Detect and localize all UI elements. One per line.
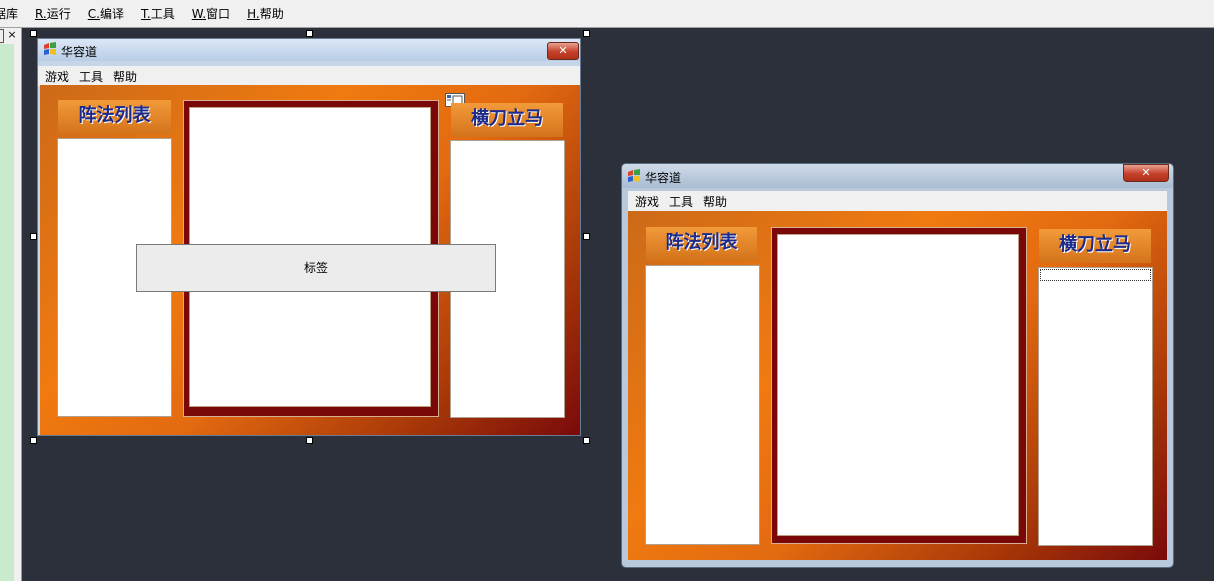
resize-handle-ne[interactable] xyxy=(583,30,590,37)
menu-game[interactable]: 游戏 xyxy=(45,68,69,85)
layout-listbox[interactable] xyxy=(1038,267,1153,546)
ide-menu-tools[interactable]: T.工具 xyxy=(141,5,175,22)
form-menubar: 游戏 工具 帮助 xyxy=(628,191,1167,211)
form-menubar: 游戏 工具 帮助 xyxy=(38,66,580,86)
resize-handle-e[interactable] xyxy=(583,233,590,240)
close-button[interactable]: ✕ xyxy=(547,42,579,60)
window-title: 华容道 xyxy=(61,45,98,59)
ide-menu-help[interactable]: H.帮助 xyxy=(247,5,284,22)
design-form-window[interactable]: 华容道 ✕ 游戏 工具 帮助 阵法列表 横刀立马 标签 xyxy=(37,38,581,436)
ide-menu-window[interactable]: W.窗口 xyxy=(192,5,230,22)
resize-handle-se[interactable] xyxy=(583,437,590,444)
formation-list-header: 阵法列表 xyxy=(58,100,171,134)
ide-menu-database[interactable]: 据库 xyxy=(0,5,18,22)
resize-handle-sw[interactable] xyxy=(30,437,37,444)
left-panel-content xyxy=(0,44,14,581)
ide-menubar: 据库 R.运行 C.编译 T.工具 W.窗口 H.帮助 xyxy=(0,0,1214,28)
layout-name-header: 横刀立马 xyxy=(1039,229,1151,263)
menu-tools[interactable]: 工具 xyxy=(79,68,103,85)
app-icon xyxy=(44,42,56,55)
pin-icon[interactable] xyxy=(0,29,4,43)
menu-tools[interactable]: 工具 xyxy=(669,193,693,210)
close-button[interactable]: ✕ xyxy=(1123,164,1169,182)
layout-name-header: 横刀立马 xyxy=(451,103,563,137)
label-control[interactable]: 标签 xyxy=(136,244,496,292)
resize-handle-w[interactable] xyxy=(30,233,37,240)
app-icon xyxy=(628,169,640,182)
menu-game[interactable]: 游戏 xyxy=(635,193,659,210)
selected-list-item[interactable] xyxy=(1040,269,1151,281)
resize-handle-nw[interactable] xyxy=(30,30,37,37)
resize-handle-n[interactable] xyxy=(306,30,313,37)
preview-form-titlebar[interactable]: 华容道 ✕ xyxy=(622,164,1173,188)
resize-handle-s[interactable] xyxy=(306,437,313,444)
design-form-titlebar[interactable]: 华容道 ✕ xyxy=(38,39,580,61)
ide-menu-run[interactable]: R.运行 xyxy=(35,5,71,22)
formation-listbox[interactable] xyxy=(645,265,760,545)
window-title: 华容道 xyxy=(645,171,682,185)
form-client-area: 阵法列表 横刀立马 xyxy=(628,211,1167,560)
left-dock-panel: × xyxy=(0,28,22,581)
menu-help[interactable]: 帮助 xyxy=(703,193,727,210)
board-frame xyxy=(771,227,1027,544)
formation-list-header: 阵法列表 xyxy=(646,227,757,261)
ide-menu-compile[interactable]: C.编译 xyxy=(88,5,124,22)
preview-form-window[interactable]: 华容道 ✕ 游戏 工具 帮助 阵法列表 横刀立马 xyxy=(621,163,1174,568)
game-board[interactable] xyxy=(777,234,1019,536)
menu-help[interactable]: 帮助 xyxy=(113,68,137,85)
close-icon[interactable]: × xyxy=(5,28,19,42)
